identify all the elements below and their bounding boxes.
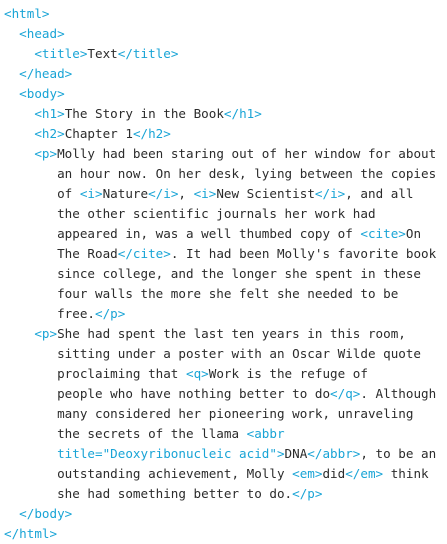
html-open-tag: <html> (4, 6, 50, 21)
body-open-tag: <body> (19, 86, 65, 101)
code-line: <p>Molly had been staring out of her win… (4, 144, 441, 164)
paragraph-text: the secrets of the llama (57, 426, 247, 441)
p-close-tag: </p> (292, 486, 323, 501)
title-close-tag: </title> (117, 46, 179, 61)
i-open-tag: <i> (79, 186, 103, 201)
h2-close-tag: </h2> (132, 126, 171, 141)
cite-text: The Road (57, 246, 118, 261)
italic-text: Nature (102, 186, 149, 201)
paragraph-text: free. (57, 306, 95, 321)
paragraph-text: . It had been Molly's favorite book (170, 246, 437, 261)
h2-open-tag: <h2> (34, 126, 65, 141)
code-line: the secrets of the llama <abbr (4, 424, 441, 444)
paragraph-text: She had spent the last ten years in this… (57, 326, 406, 341)
code-line: <p>She had spent the last ten years in t… (4, 324, 441, 344)
code-line: she had something better to do.</p> (4, 484, 441, 504)
h1-close-tag: </h1> (223, 106, 262, 121)
p-close-tag: </p> (95, 306, 126, 321)
paragraph-text: she had something better to do. (57, 486, 293, 501)
em-text: did (322, 466, 346, 481)
i-close-tag: </i> (314, 186, 346, 201)
code-line: <h2>Chapter 1</h2> (4, 124, 441, 144)
h1-text: The Story in the Book (64, 106, 224, 121)
quote-text: people who have nothing better to do (57, 386, 331, 401)
code-line: an hour now. On her desk, lying between … (4, 164, 441, 184)
code-line: the other scientific journals her work h… (4, 204, 441, 224)
paragraph-text: think (383, 466, 429, 481)
q-close-tag: </q> (330, 386, 361, 401)
paragraph-text: the other scientific journals her work h… (57, 206, 376, 221)
paragraph-text: Molly had been staring out of her window… (57, 146, 437, 161)
paragraph-text: . Although (360, 386, 437, 401)
code-line: since college, and the longer she spent … (4, 264, 441, 284)
body-close-tag: </body> (19, 506, 73, 521)
paragraph-text: proclaiming that (57, 366, 186, 381)
paragraph-text: , to be an (360, 446, 437, 461)
code-view: <html> <head> <title>Text</title> </head… (0, 0, 447, 541)
i-close-tag: </i> (148, 186, 179, 201)
code-line: of <i>Nature</i>, <i>New Scientist</i>, … (4, 184, 441, 204)
cite-open-tag: <cite> (360, 226, 406, 241)
h2-text: Chapter 1 (64, 126, 133, 141)
code-line: free.</p> (4, 304, 441, 324)
code-line: <head> (4, 24, 441, 44)
abbr-close-tag: </abbr> (307, 446, 361, 461)
code-line: </html> (4, 524, 441, 544)
code-line: proclaiming that <q>Work is the refuge o… (4, 364, 441, 384)
code-line: <body> (4, 84, 441, 104)
italic-text: New Scientist (216, 186, 315, 201)
em-open-tag: <em> (292, 466, 323, 481)
paragraph-text: appeared in, was a well thumbed copy of (57, 226, 361, 241)
title-text: Text (87, 46, 118, 61)
cite-close-tag: </cite> (117, 246, 171, 261)
paragraph-text: of (57, 186, 80, 201)
p-open-tag: <p> (34, 146, 58, 161)
paragraph-text: sitting under a poster with an Oscar Wil… (57, 346, 422, 361)
code-line: four walls the more she felt she needed … (4, 284, 441, 304)
paragraph-text: since college, and the longer she spent … (57, 266, 422, 281)
code-line: outstanding achievement, Molly <em>did</… (4, 464, 441, 484)
paragraph-text: many considered her pioneering work, unr… (57, 406, 414, 421)
code-line: people who have nothing better to do</q>… (4, 384, 441, 404)
head-close-tag: </head> (19, 66, 73, 81)
abbr-text: DNA (284, 446, 308, 461)
code-line: many considered her pioneering work, unr… (4, 404, 441, 424)
code-line: appeared in, was a well thumbed copy of … (4, 224, 441, 244)
q-open-tag: <q> (185, 366, 209, 381)
code-line: </head> (4, 64, 441, 84)
abbr-title-attribute: title="Deoxyribonucleic acid"> (57, 446, 285, 461)
h1-open-tag: <h1> (34, 106, 65, 121)
paragraph-text: , (178, 186, 194, 201)
code-line: <h1>The Story in the Book</h1> (4, 104, 441, 124)
i-open-tag: <i> (193, 186, 217, 201)
cite-text: On (405, 226, 422, 241)
html-close-tag: </html> (4, 526, 58, 541)
paragraph-text: , and all (345, 186, 414, 201)
head-open-tag: <head> (19, 26, 65, 41)
code-line: title="Deoxyribonucleic acid">DNA</abbr>… (4, 444, 441, 464)
quote-text: Work is the refuge of (208, 366, 368, 381)
code-line: <html> (4, 4, 441, 24)
code-line: The Road</cite>. It had been Molly's fav… (4, 244, 441, 264)
code-line: sitting under a poster with an Oscar Wil… (4, 344, 441, 364)
paragraph-text: an hour now. On her desk, lying between … (57, 166, 437, 181)
title-open-tag: <title> (34, 46, 88, 61)
p-open-tag: <p> (34, 326, 58, 341)
em-close-tag: </em> (345, 466, 384, 481)
code-line: </body> (4, 504, 441, 524)
paragraph-text: outstanding achievement, Molly (57, 466, 293, 481)
abbr-open-tag: <abbr (246, 426, 285, 441)
code-line: <title>Text</title> (4, 44, 441, 64)
paragraph-text: four walls the more she felt she needed … (57, 286, 399, 301)
